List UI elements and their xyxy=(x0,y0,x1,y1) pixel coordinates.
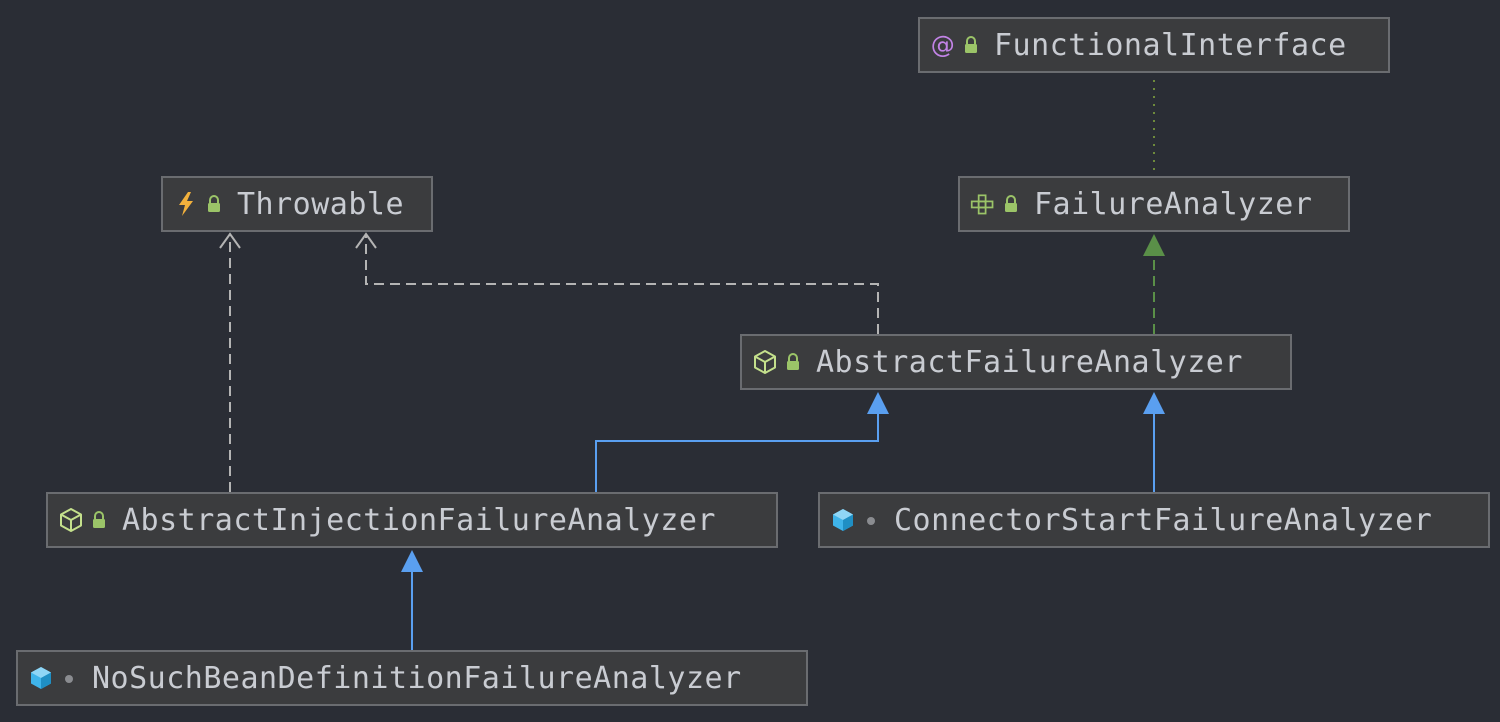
extends-arrowhead-3 xyxy=(401,550,423,572)
node-abstract-failure-analyzer[interactable]: AbstractFailureAnalyzer xyxy=(740,334,1292,390)
lock-icon xyxy=(1002,193,1020,215)
node-label: AbstractFailureAnalyzer xyxy=(816,344,1243,380)
extends-arrowhead-2 xyxy=(1143,392,1165,414)
node-label: NoSuchBeanDefinitionFailureAnalyzer xyxy=(92,660,742,696)
abstract-class-icon xyxy=(58,507,84,533)
lock-icon xyxy=(784,351,802,373)
node-label: AbstractInjectionFailureAnalyzer xyxy=(122,502,716,538)
lock-icon xyxy=(205,193,223,215)
dot-icon xyxy=(862,509,880,531)
at-sign-icon: @ xyxy=(930,32,956,58)
dot-icon xyxy=(60,667,78,689)
lightning-icon xyxy=(173,191,199,217)
class-icon xyxy=(830,507,856,533)
node-failure-analyzer[interactable]: FailureAnalyzer xyxy=(958,176,1350,232)
svg-text:@: @ xyxy=(931,32,956,58)
lock-icon xyxy=(962,34,980,56)
interface-icon xyxy=(970,191,996,217)
node-abstract-injection-failure-analyzer[interactable]: AbstractInjectionFailureAnalyzer xyxy=(46,492,778,548)
node-connector-start-failure-analyzer[interactable]: ConnectorStartFailureAnalyzer xyxy=(818,492,1490,548)
lock-icon xyxy=(90,509,108,531)
class-diagram: @ FunctionalInterface FailureAnalyzer Th… xyxy=(0,0,1500,722)
node-label: ConnectorStartFailureAnalyzer xyxy=(894,502,1433,538)
node-label: FunctionalInterface xyxy=(994,27,1347,63)
node-label: FailureAnalyzer xyxy=(1034,186,1313,222)
node-label: Throwable xyxy=(237,186,405,222)
extends-arrowhead-1 xyxy=(867,392,889,414)
abstract-class-icon xyxy=(752,349,778,375)
class-icon xyxy=(28,665,54,691)
edge-abstractfailureanalyzer-throwable xyxy=(365,234,879,334)
node-throwable[interactable]: Throwable xyxy=(161,176,433,232)
implements-arrowhead xyxy=(1143,234,1165,256)
node-no-such-bean-definition-failure-analyzer[interactable]: NoSuchBeanDefinitionFailureAnalyzer xyxy=(16,650,808,706)
node-functional-interface[interactable]: @ FunctionalInterface xyxy=(918,17,1390,73)
edge-abstractinjection-abstractfailure xyxy=(595,414,879,492)
